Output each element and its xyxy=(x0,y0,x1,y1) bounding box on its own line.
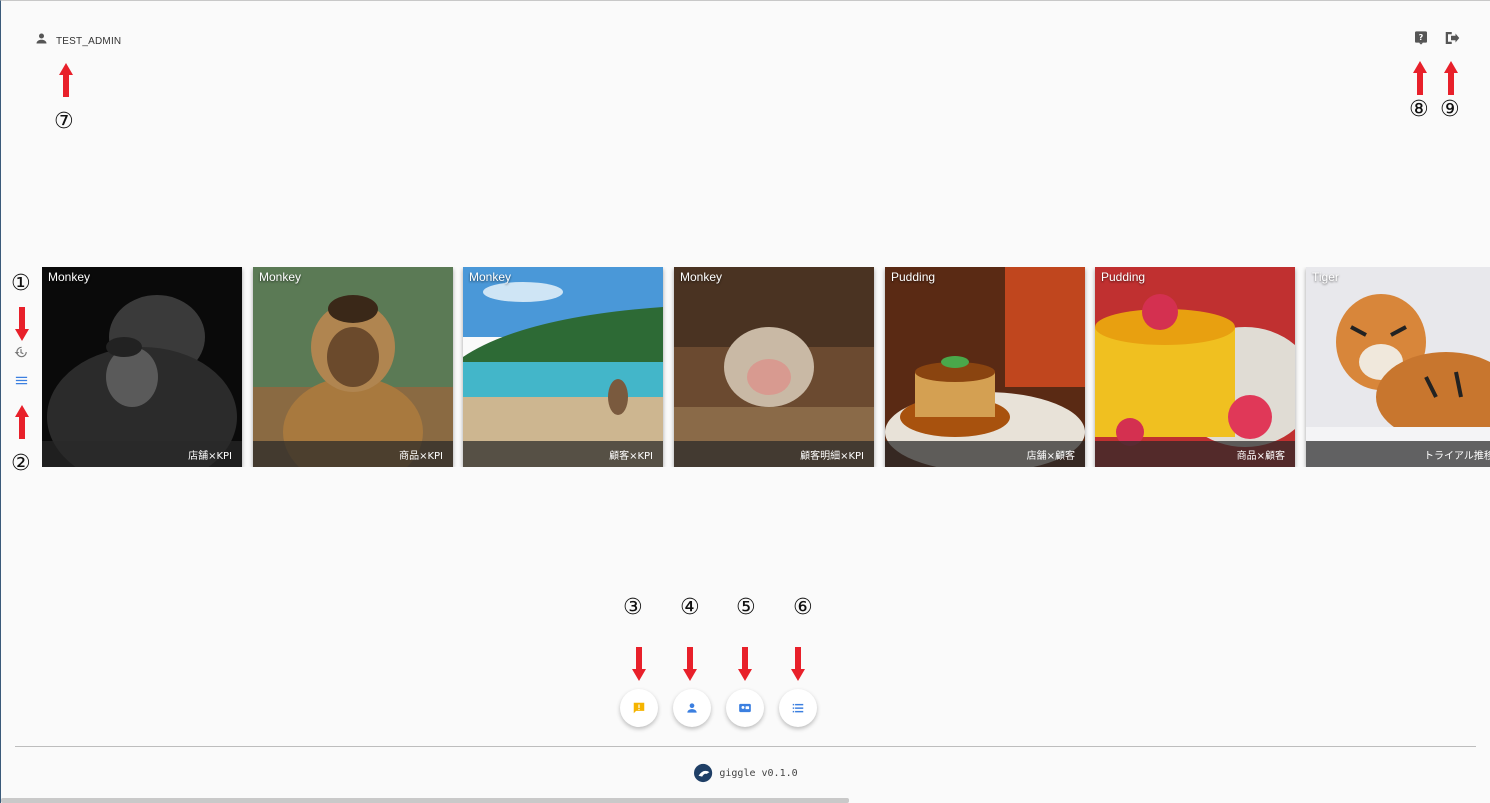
card-caption: 店舗×顧客 xyxy=(885,441,1085,467)
annotation-arrow-up xyxy=(1444,61,1458,95)
logout-icon[interactable] xyxy=(1442,29,1460,47)
top-right-toolbar: ? xyxy=(1412,29,1460,47)
card-monkey-customer-kpi[interactable]: Monkey 顧客×KPI xyxy=(463,267,663,467)
card-pudding-store-customer[interactable]: Pudding 店舗×顧客 xyxy=(885,267,1085,467)
card-caption: 商品×顧客 xyxy=(1095,441,1295,467)
card-caption: 店舗×KPI xyxy=(42,441,242,467)
app-version: giggle v0.1.0 xyxy=(719,767,798,779)
card-caption: トライアル推移 xyxy=(1306,441,1490,467)
capuchin-image xyxy=(253,267,453,467)
list-icon xyxy=(792,703,804,713)
list-button[interactable] xyxy=(779,689,817,727)
annotation-number: ⑨ xyxy=(1440,97,1460,122)
contact-card-icon xyxy=(739,703,751,713)
card-title: Pudding xyxy=(1101,270,1146,284)
card-carousel: Monkey 店舗×KPI Monkey 商品×KPI Monkey 顧客×KP… xyxy=(42,267,1490,467)
giggle-logo-icon xyxy=(694,763,713,783)
annotation-number: ⑧ xyxy=(1409,97,1429,122)
beach-monkey-image xyxy=(463,267,663,467)
annotation-number: ② xyxy=(11,451,31,476)
person-icon xyxy=(34,31,49,51)
side-toolbar xyxy=(13,344,29,400)
annotation-arrow-down xyxy=(632,647,646,681)
card-title: Monkey xyxy=(469,270,512,284)
annotation-arrow-up xyxy=(59,63,73,97)
username-label: TEST_ADMIN xyxy=(56,35,122,47)
annotation-number: ④ xyxy=(680,595,700,620)
feedback-button[interactable] xyxy=(620,689,658,727)
tiger-image xyxy=(1306,267,1490,467)
annotation-arrow-up xyxy=(1413,61,1427,95)
menu-icon[interactable] xyxy=(13,372,29,388)
fab-row xyxy=(620,689,817,727)
footer-divider xyxy=(15,746,1476,747)
baboon-barrel-image xyxy=(674,267,874,467)
card-title: Monkey xyxy=(48,270,91,284)
user-area: TEST_ADMIN xyxy=(34,31,121,51)
history-icon[interactable] xyxy=(13,344,29,360)
gorilla-image xyxy=(42,267,242,467)
card-title: Pudding xyxy=(891,270,936,284)
footer: giggle v0.1.0 xyxy=(1,763,1490,783)
person-icon xyxy=(687,703,697,713)
annotation-number: ⑥ xyxy=(793,595,813,620)
feedback-icon xyxy=(633,702,645,714)
pudding-raspberry-image xyxy=(1095,267,1295,467)
card-title: Monkey xyxy=(680,270,723,284)
svg-text:?: ? xyxy=(1419,33,1424,42)
help-icon[interactable]: ? xyxy=(1412,29,1430,47)
annotation-number: ⑤ xyxy=(736,595,756,620)
user-button[interactable] xyxy=(673,689,711,727)
card-caption: 商品×KPI xyxy=(253,441,453,467)
horizontal-scrollbar[interactable] xyxy=(1,798,849,803)
card-title: Monkey xyxy=(259,270,302,284)
pudding-image xyxy=(885,267,1085,467)
card-monkey-customer-detail-kpi[interactable]: Monkey 顧客明細×KPI xyxy=(674,267,874,467)
card-caption: 顧客×KPI xyxy=(463,441,663,467)
contact-card-button[interactable] xyxy=(726,689,764,727)
annotation-arrow-down xyxy=(683,647,697,681)
card-monkey-product-kpi[interactable]: Monkey 商品×KPI xyxy=(253,267,453,467)
card-title: Tiger xyxy=(1312,270,1339,284)
card-monkey-store-kpi[interactable]: Monkey 店舗×KPI xyxy=(42,267,242,467)
annotation-arrow-up xyxy=(15,405,29,439)
annotation-number: ⑦ xyxy=(54,109,74,134)
card-tiger-trial[interactable]: Tiger トライアル推移 xyxy=(1306,267,1490,467)
annotation-number: ① xyxy=(11,271,31,296)
annotation-arrow-down xyxy=(738,647,752,681)
annotation-arrow-down xyxy=(15,307,29,341)
annotation-arrow-down xyxy=(791,647,805,681)
card-caption: 顧客明細×KPI xyxy=(674,441,874,467)
annotation-number: ③ xyxy=(623,595,643,620)
card-pudding-product-customer[interactable]: Pudding 商品×顧客 xyxy=(1095,267,1295,467)
